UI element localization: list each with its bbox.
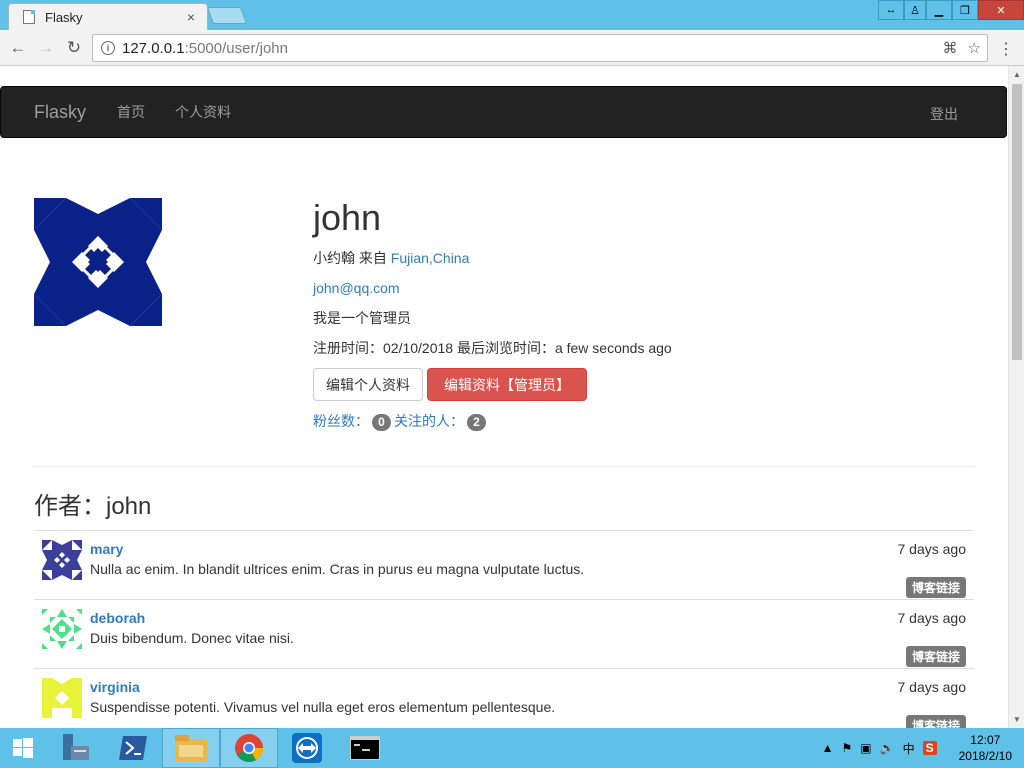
post-date: 7 days ago xyxy=(897,541,967,557)
brand-link[interactable]: Flasky xyxy=(34,102,86,123)
scroll-down-icon[interactable]: ▼ xyxy=(1013,715,1021,724)
following-label: 关注的人： xyxy=(394,413,464,429)
site-navbar: Flasky 首页 个人资料 登出 xyxy=(0,86,1007,138)
follow-stats: 粉丝数： 0 关注的人： 2 xyxy=(313,411,672,431)
network-icon[interactable]: ▣ xyxy=(860,741,871,755)
post-item: virginia 7 days ago Suspendisse potenti.… xyxy=(34,668,974,728)
url-path: :5000/user/john xyxy=(184,39,288,57)
post-author-link[interactable]: mary xyxy=(90,541,123,557)
forward-icon[interactable]: → xyxy=(36,38,56,58)
following-count-badge: 2 xyxy=(467,414,486,431)
post-body: Suspendisse potenti. Vivamus vel nulla e… xyxy=(90,699,556,715)
post-body: Duis bibendum. Donec vitae nisi. xyxy=(90,630,294,646)
post-date: 7 days ago xyxy=(897,610,967,626)
window-controls: ↔ ♙ ▁ ❐ ✕ xyxy=(878,0,1024,20)
post-author-avatar[interactable] xyxy=(42,609,82,649)
profile-info: john 小约翰 来自 Fujian,China john@qq.com 我是一… xyxy=(313,198,672,431)
taskbar-cmd[interactable] xyxy=(336,728,394,768)
bookmark-star-icon[interactable]: ☆ xyxy=(968,39,981,57)
windows-logo-icon xyxy=(13,738,33,758)
server-manager-icon xyxy=(63,734,89,760)
taskbar-teamviewer[interactable] xyxy=(278,728,336,768)
folder-icon xyxy=(175,735,207,761)
profile-realname: 小约翰 来自 xyxy=(313,250,391,266)
tab-title: Flasky xyxy=(45,9,83,25)
post-link-label[interactable]: 博客链接 xyxy=(905,577,966,598)
translate-icon[interactable]: ⌘ xyxy=(943,39,958,57)
tab-close-icon[interactable]: × xyxy=(187,9,195,25)
new-tab-button[interactable] xyxy=(206,7,248,24)
post-author-avatar[interactable] xyxy=(42,540,82,580)
location-link[interactable]: Fujian,China xyxy=(391,250,470,266)
post-date: 7 days ago xyxy=(897,679,967,695)
profile-since: 注册时间：02/10/2018 最后浏览时间：a few seconds ago xyxy=(313,340,672,356)
taskbar-powershell[interactable] xyxy=(104,728,162,768)
tray-expand-icon[interactable]: ▲ xyxy=(822,741,834,755)
info-icon[interactable]: i xyxy=(101,41,115,55)
profile-email-line: john@qq.com xyxy=(313,278,672,298)
edit-profile-button[interactable]: 编辑个人资料 xyxy=(313,368,423,401)
page-content: Flasky 首页 个人资料 登出 john 小约翰 来自 Fujian,Chi… xyxy=(0,66,1008,728)
flag-icon[interactable]: ⚑ xyxy=(842,741,853,755)
system-tray: ▲ ⚑ ▣ 🔈 中 S 12:07 2018/2/10 xyxy=(822,728,1024,768)
divider xyxy=(34,466,974,467)
sogou-icon[interactable]: S xyxy=(922,741,937,755)
admin-edit-profile-button[interactable]: 编辑资料【管理员】 xyxy=(427,368,587,401)
post-link-label[interactable]: 博客链接 xyxy=(905,646,966,667)
scroll-up-icon[interactable]: ▲ xyxy=(1013,70,1021,79)
browser-tab[interactable]: Flasky × xyxy=(8,3,208,30)
post-link-label[interactable]: 博客链接 xyxy=(905,715,966,728)
address-bar[interactable]: i 127.0.0.1:5000/user/john ⌘ ☆ xyxy=(92,34,988,62)
followers-label: 粉丝数： xyxy=(313,413,369,429)
clock[interactable]: 12:07 2018/2/10 xyxy=(959,732,1012,764)
profile-location-line: 小约翰 来自 Fujian,China xyxy=(313,248,672,268)
reload-icon[interactable]: ↻ xyxy=(64,38,84,58)
scrollbar-thumb[interactable] xyxy=(1012,84,1022,360)
taskbar-server-manager[interactable] xyxy=(46,728,104,768)
browser-toolbar: ← → ↻ i 127.0.0.1:5000/user/john ⌘ ☆ ⋮ xyxy=(0,30,1024,66)
powershell-icon xyxy=(119,736,147,760)
profile-actions: 编辑个人资料 编辑资料【管理员】 xyxy=(313,368,672,401)
clock-time: 12:07 xyxy=(970,733,1001,747)
start-button[interactable] xyxy=(0,728,46,768)
page-scrollbar[interactable]: ▲ ▼ xyxy=(1008,66,1024,728)
following-link[interactable]: 关注的人： 2 xyxy=(394,411,489,431)
author-heading: 作者：john xyxy=(34,493,152,520)
close-window-button[interactable]: ✕ xyxy=(978,0,1024,20)
post-item: mary 7 days ago Nulla ac enim. In blandi… xyxy=(34,530,974,599)
followers-link[interactable]: 粉丝数： 0 xyxy=(313,411,394,431)
user-icon[interactable]: ♙ xyxy=(904,0,926,20)
chrome-icon xyxy=(235,734,263,762)
logout-link[interactable]: 登出 xyxy=(930,104,958,124)
post-list: mary 7 days ago Nulla ac enim. In blandi… xyxy=(34,530,974,728)
post-body: Nulla ac enim. In blandit ultrices enim.… xyxy=(90,561,585,577)
browser-tab-bar: Flasky × ↔ ♙ ▁ ❐ ✕ xyxy=(0,0,1024,30)
ime-indicator[interactable]: 中 xyxy=(903,740,915,757)
profile-about: 我是一个管理员 xyxy=(313,310,411,326)
email-link[interactable]: john@qq.com xyxy=(313,280,400,296)
nav-profile[interactable]: 个人资料 xyxy=(175,102,231,122)
taskbar-chrome[interactable] xyxy=(220,728,278,768)
command-prompt-icon xyxy=(350,736,380,760)
resize-icon[interactable]: ↔ xyxy=(878,0,904,20)
volume-icon[interactable]: 🔈 xyxy=(880,741,895,755)
nav-home[interactable]: 首页 xyxy=(117,102,145,122)
restore-button[interactable]: ❐ xyxy=(952,0,978,20)
post-item: deborah 7 days ago Duis bibendum. Donec … xyxy=(34,599,974,668)
taskbar-file-explorer[interactable] xyxy=(162,728,220,768)
followers-count-badge: 0 xyxy=(372,414,391,431)
user-avatar xyxy=(34,198,162,326)
url-host: 127.0.0.1 xyxy=(122,39,185,57)
teamviewer-icon xyxy=(292,733,322,763)
post-author-link[interactable]: virginia xyxy=(90,679,140,695)
post-author-avatar[interactable] xyxy=(42,678,82,718)
post-author-link[interactable]: deborah xyxy=(90,610,145,626)
menu-icon[interactable]: ⋮ xyxy=(998,39,1014,59)
profile-username: john xyxy=(313,197,382,238)
taskbar: ▲ ⚑ ▣ 🔈 中 S 12:07 2018/2/10 xyxy=(0,728,1024,768)
page-icon xyxy=(23,10,35,24)
clock-date: 2018/2/10 xyxy=(958,749,1012,763)
minimize-button[interactable]: ▁ xyxy=(926,0,952,20)
back-icon[interactable]: ← xyxy=(8,38,28,58)
